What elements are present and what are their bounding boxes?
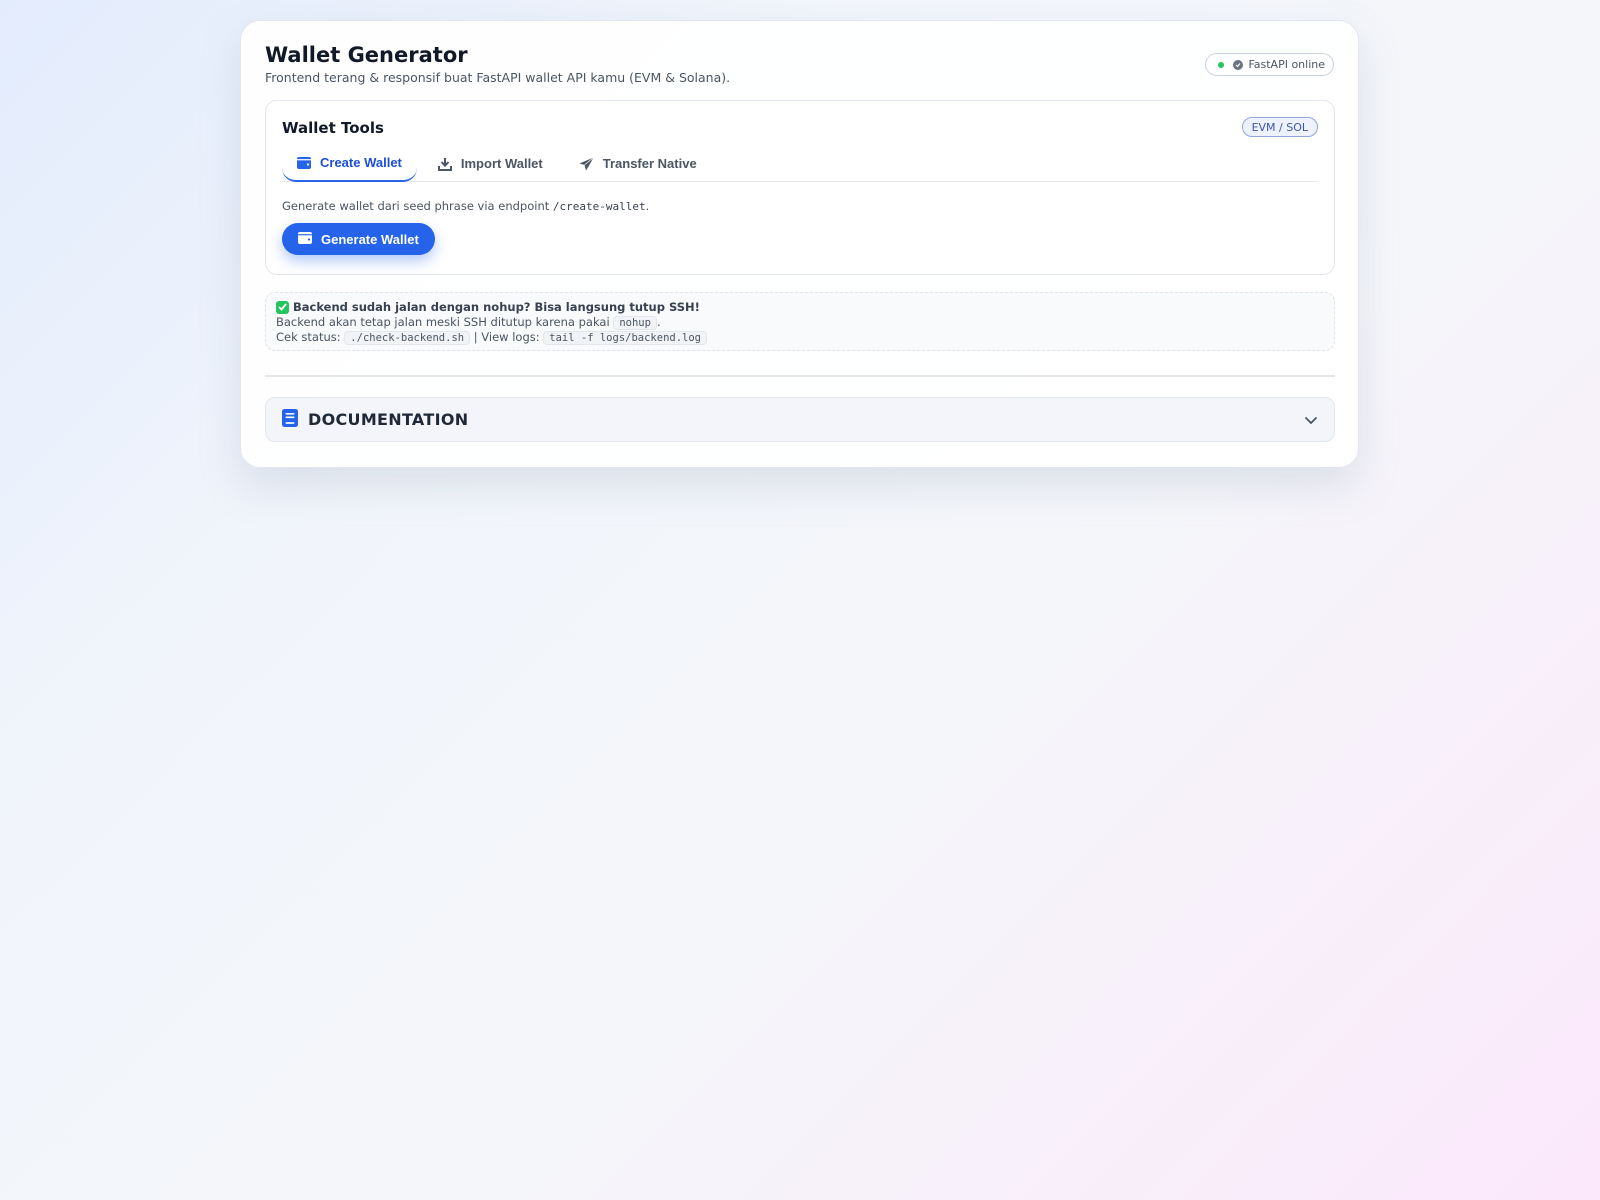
download-icon — [437, 157, 452, 171]
chevron-down-icon[interactable] — [1304, 410, 1318, 429]
check-backend-code: ./check-backend.sh — [344, 331, 471, 345]
status-text: FastAPI online — [1248, 58, 1325, 71]
status-dot-icon — [1218, 61, 1225, 68]
tab-import-wallet[interactable]: Import Wallet — [423, 145, 558, 182]
tab-create-wallet[interactable]: Create Wallet — [282, 145, 417, 182]
nohup-code: nohup — [613, 316, 657, 330]
wallet-tools-title: Wallet Tools — [282, 119, 384, 137]
wallet-icon — [298, 231, 312, 247]
chain-badge: EVM / SOL — [1241, 117, 1318, 137]
note-line-suffix: . — [656, 315, 661, 329]
section-divider — [265, 375, 1335, 377]
note-heading-text: Backend sudah jalan dengan nohup? Bisa l… — [293, 300, 700, 314]
book-icon — [282, 408, 298, 431]
note-heading: Backend sudah jalan dengan nohup? Bisa l… — [276, 299, 1324, 315]
endpoint-code: /create-wallet — [552, 200, 646, 213]
note-line-text: Backend akan tetap jalan meski SSH ditut… — [276, 315, 610, 329]
status-badge: FastAPI online — [1205, 53, 1334, 76]
check-circle-icon — [1233, 59, 1244, 70]
tail-logs-code: tail -f logs/backend.log — [543, 331, 707, 345]
tab-transfer-native[interactable]: Transfer Native — [564, 145, 712, 182]
wallet-icon — [297, 156, 311, 169]
generate-wallet-button[interactable]: Generate Wallet — [282, 223, 435, 255]
main-card: Wallet Generator Frontend terang & respo… — [240, 20, 1359, 468]
check-mark-icon — [276, 300, 289, 314]
wallet-tools-panel: Wallet Tools EVM / SOL Create Wallet Imp… — [265, 100, 1335, 275]
description-suffix: . — [645, 199, 650, 213]
wallet-tabs: Create Wallet Import Wallet Transfer Nat… — [282, 145, 1318, 182]
description-text: Generate wallet dari seed phrase via end… — [282, 199, 550, 213]
paper-plane-icon — [579, 156, 594, 171]
tab-transfer-native-label: Transfer Native — [602, 156, 697, 171]
tab-import-wallet-label: Import Wallet — [460, 156, 543, 171]
backend-note: Backend sudah jalan dengan nohup? Bisa l… — [265, 292, 1335, 351]
documentation-title: DOCUMENTATION — [308, 410, 469, 429]
note-line-nohup: Backend akan tetap jalan meski SSH ditut… — [276, 315, 1324, 330]
documentation-accordion[interactable]: DOCUMENTATION — [265, 397, 1335, 442]
create-wallet-description: Generate wallet dari seed phrase via end… — [282, 199, 649, 213]
page-subtitle: Frontend terang & responsif buat FastAPI… — [265, 70, 731, 85]
tab-create-wallet-label: Create Wallet — [320, 155, 402, 170]
view-logs-label: | View logs: — [473, 330, 540, 344]
page-title: Wallet Generator — [265, 43, 468, 67]
note-line-commands: Cek status: ./check-backend.sh | View lo… — [276, 330, 1324, 345]
check-status-label: Cek status: — [276, 330, 341, 344]
generate-wallet-label: Generate Wallet — [321, 231, 419, 247]
